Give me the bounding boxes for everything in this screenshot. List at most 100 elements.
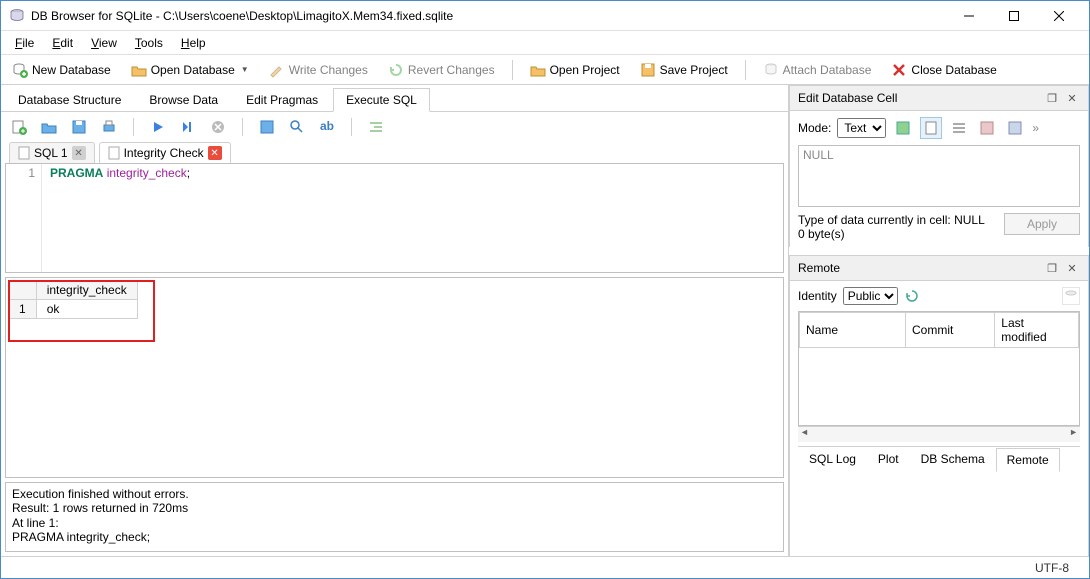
tab-database-structure[interactable]: Database Structure [5, 88, 134, 112]
editor-tab-sql1[interactable]: SQL 1 ✕ [9, 142, 95, 163]
close-db-icon [891, 62, 907, 78]
more-icon[interactable]: » [1032, 121, 1039, 135]
null-placeholder: NULL [803, 148, 834, 162]
run-line-button[interactable] [178, 117, 198, 137]
window-title: DB Browser for SQLite - C:\Users\coene\D… [31, 9, 946, 23]
stop-button[interactable] [208, 117, 228, 137]
sql-punct: ; [187, 166, 190, 180]
editor-toolbar: ab [1, 112, 788, 142]
undock-icon[interactable]: ❐ [1044, 260, 1060, 276]
toolbar-separator [351, 118, 352, 136]
new-database-button[interactable]: New Database [5, 58, 118, 82]
log-line: PRAGMA integrity_check; [12, 530, 777, 544]
panel-title: Remote [798, 261, 1040, 275]
new-sql-tab-button[interactable] [9, 117, 29, 137]
open-database-button[interactable]: Open Database ▼ [124, 58, 256, 82]
push-button[interactable] [1062, 287, 1080, 305]
panel-title: Edit Database Cell [798, 91, 1040, 105]
tab-remote[interactable]: Remote [996, 448, 1060, 472]
close-tab-icon[interactable]: ✕ [72, 146, 86, 160]
horizontal-scrollbar[interactable] [798, 426, 1080, 442]
result-cell[interactable]: ok [36, 300, 137, 319]
edit-text-button[interactable] [976, 117, 998, 139]
close-database-button[interactable]: Close Database [884, 58, 1003, 82]
open-project-button[interactable]: Open Project [523, 58, 627, 82]
write-changes-label: Write Changes [289, 63, 368, 77]
close-button[interactable] [1036, 2, 1081, 30]
edit-cell-panel-header: Edit Database Cell ❐ ✕ [789, 85, 1089, 111]
tab-plot[interactable]: Plot [867, 447, 910, 471]
mode-select[interactable]: Text [837, 118, 886, 138]
encoding-indicator: UTF-8 [1035, 561, 1069, 575]
null-button[interactable] [948, 117, 970, 139]
save-project-button[interactable]: Save Project [633, 58, 735, 82]
editor-tab-label: SQL 1 [34, 146, 68, 160]
close-panel-icon[interactable]: ✕ [1064, 90, 1080, 106]
remote-table[interactable]: Name Commit Last modified [798, 311, 1080, 426]
find-button[interactable] [287, 117, 307, 137]
new-database-label: New Database [32, 63, 111, 77]
attach-database-button[interactable]: Attach Database [756, 58, 879, 82]
remote-col-name[interactable]: Name [800, 313, 906, 348]
attach-database-label: Attach Database [783, 63, 872, 77]
apply-button[interactable]: Apply [1004, 213, 1080, 235]
tab-sql-log[interactable]: SQL Log [798, 447, 867, 471]
toolbar-separator [512, 60, 513, 80]
log-line: At line 1: [12, 516, 777, 530]
app-icon [9, 8, 25, 24]
main-tabs: Database Structure Browse Data Edit Prag… [1, 85, 788, 112]
run-button[interactable] [148, 117, 168, 137]
close-panel-icon[interactable]: ✕ [1064, 260, 1080, 276]
editor-tab-integrity[interactable]: Integrity Check ✕ [99, 142, 231, 163]
menu-tools[interactable]: Tools [127, 33, 171, 53]
cell-value-editor[interactable]: NULL [798, 145, 1080, 207]
import-button[interactable] [892, 117, 914, 139]
find-replace-button[interactable]: ab [317, 117, 337, 137]
menu-view[interactable]: View [83, 33, 125, 53]
menu-edit[interactable]: Edit [44, 33, 81, 53]
undock-icon[interactable]: ❐ [1044, 90, 1060, 106]
result-grid[interactable]: integrity_check 1 ok [5, 277, 784, 478]
indent-button[interactable] [366, 117, 386, 137]
tab-db-schema[interactable]: DB Schema [910, 447, 996, 471]
refresh-button[interactable] [904, 288, 920, 304]
sql-content[interactable]: PRAGMA integrity_check; [42, 164, 783, 272]
maximize-button[interactable] [991, 2, 1036, 30]
remote-col-modified[interactable]: Last modified [995, 313, 1079, 348]
open-project-label: Open Project [550, 63, 620, 77]
open-sql-button[interactable] [39, 117, 59, 137]
revert-changes-button[interactable]: Revert Changes [381, 58, 502, 82]
remote-panel-header: Remote ❐ ✕ [789, 255, 1089, 281]
execution-log[interactable]: Execution finished without errors. Resul… [5, 482, 784, 552]
table-row[interactable]: 1 ok [9, 300, 138, 319]
save-results-button[interactable] [257, 117, 277, 137]
cell-size-info: 0 byte(s) [798, 227, 996, 241]
export-button[interactable] [920, 117, 942, 139]
result-column-header[interactable]: integrity_check [36, 281, 137, 300]
minimize-button[interactable] [946, 2, 991, 30]
attach-icon [763, 62, 779, 78]
open-project-icon [530, 62, 546, 78]
edit-blob-button[interactable] [1004, 117, 1026, 139]
save-project-label: Save Project [660, 63, 728, 77]
tab-browse-data[interactable]: Browse Data [136, 88, 231, 112]
close-tab-icon[interactable]: ✕ [208, 146, 222, 160]
sql-editor[interactable]: 1 PRAGMA integrity_check; [5, 163, 784, 273]
menu-help[interactable]: Help [173, 33, 214, 53]
log-line: Result: 1 rows returned in 720ms [12, 501, 777, 515]
title-bar: DB Browser for SQLite - C:\Users\coene\D… [1, 1, 1089, 31]
identity-select[interactable]: Public [843, 287, 898, 305]
save-project-icon [640, 62, 656, 78]
menu-file[interactable]: File [7, 33, 42, 53]
tab-edit-pragmas[interactable]: Edit Pragmas [233, 88, 331, 112]
toolbar-separator [745, 60, 746, 80]
line-gutter: 1 [6, 164, 42, 272]
save-sql-button[interactable] [69, 117, 89, 137]
revert-icon [388, 62, 404, 78]
print-button[interactable] [99, 117, 119, 137]
remote-col-commit[interactable]: Commit [906, 313, 995, 348]
write-changes-button[interactable]: Write Changes [262, 58, 375, 82]
new-db-icon [12, 62, 28, 78]
sql-keyword: PRAGMA [50, 166, 103, 180]
tab-execute-sql[interactable]: Execute SQL [333, 88, 430, 112]
